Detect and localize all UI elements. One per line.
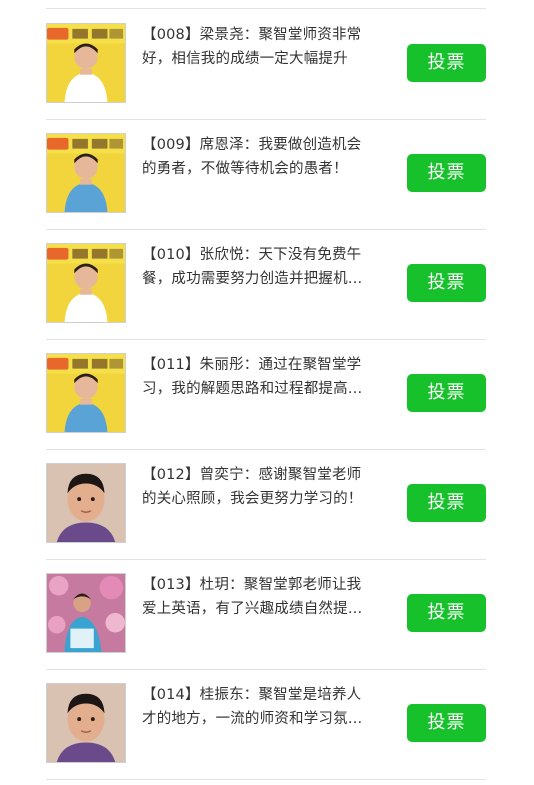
candidate-quote-line: 【008】梁景尧：聚智堂师资非常 — [142, 27, 362, 43]
vote-button[interactable]: 投票 — [407, 264, 486, 302]
vote-button[interactable]: 投票 — [407, 594, 486, 632]
vote-button[interactable]: 投票 — [407, 44, 486, 82]
candidate-quote: 【011】朱丽彤：通过在聚智堂学 习，我的解题思路和过程都提高… — [142, 353, 378, 401]
candidate-quote-line: 的勇者，不做等待机会的愚者！ — [142, 161, 348, 177]
student-photo-yellow-banner — [46, 23, 126, 103]
candidate-quote-line: 【009】席恩泽：我要做创造机会 — [142, 137, 362, 153]
candidate-quote-line: 【013】杜玥：聚智堂郭老师让我 — [142, 577, 362, 593]
candidate-quote: 【014】桂振东：聚智堂是培养人 才的地方，一流的师资和学习氛… — [142, 683, 378, 731]
candidate-row: 【013】杜玥：聚智堂郭老师让我 爱上英语，有了兴趣成绩自然提… 投票 — [46, 559, 486, 670]
vote-button[interactable]: 投票 — [407, 484, 486, 522]
candidate-quote-line: 餐，成功需要努力创造并把握机… — [142, 271, 363, 287]
candidate-quote-line: 【014】桂振东：聚智堂是培养人 — [142, 687, 362, 703]
candidate-row: 【012】曾奕宁：感谢聚智堂老师 的关心照顾，我会更努力学习的！ 投票 — [46, 449, 486, 560]
student-portrait — [46, 463, 126, 543]
candidate-quote-line: 才的地方，一流的师资和学习氛… — [142, 711, 363, 727]
candidate-quote-line: 的关心照顾，我会更努力学习的！ — [142, 491, 363, 507]
candidate-quote-line: 【011】朱丽彤：通过在聚智堂学 — [142, 357, 362, 373]
student-photo-yellow-banner — [46, 133, 126, 213]
student-photo-blossoms — [46, 573, 126, 653]
candidate-quote-line: 好，相信我的成绩一定大幅提升 — [142, 51, 348, 67]
candidate-row: 【010】张欣悦：天下没有免费午 餐，成功需要努力创造并把握机… 投票 — [46, 229, 486, 340]
candidate-quote-line: 爱上英语，有了兴趣成绩自然提… — [142, 601, 363, 617]
candidate-quote: 【013】杜玥：聚智堂郭老师让我 爱上英语，有了兴趣成绩自然提… — [142, 573, 378, 621]
candidate-quote-line: 【010】张欣悦：天下没有免费午 — [142, 247, 362, 263]
candidate-quote: 【008】梁景尧：聚智堂师资非常 好，相信我的成绩一定大幅提升 — [142, 23, 378, 71]
candidate-quote: 【009】席恩泽：我要做创造机会 的勇者，不做等待机会的愚者！ — [142, 133, 378, 181]
student-photo-yellow-banner — [46, 353, 126, 433]
candidate-quote: 【010】张欣悦：天下没有免费午 餐，成功需要努力创造并把握机… — [142, 243, 378, 291]
candidate-quote-line: 习，我的解题思路和过程都提高… — [142, 381, 363, 397]
candidate-quote-line: 【012】曾奕宁：感谢聚智堂老师 — [142, 467, 362, 483]
student-photo-yellow-banner — [46, 243, 126, 323]
vote-button[interactable]: 投票 — [407, 374, 486, 412]
student-portrait — [46, 683, 126, 763]
candidate-row: 【009】席恩泽：我要做创造机会 的勇者，不做等待机会的愚者！ 投票 — [46, 119, 486, 230]
candidate-quote: 【012】曾奕宁：感谢聚智堂老师 的关心照顾，我会更努力学习的！ — [142, 463, 378, 511]
vote-button[interactable]: 投票 — [407, 704, 486, 742]
candidate-row: 【008】梁景尧：聚智堂师资非常 好，相信我的成绩一定大幅提升 投票 — [46, 9, 486, 120]
vote-button[interactable]: 投票 — [407, 154, 486, 192]
candidate-row: 【011】朱丽彤：通过在聚智堂学 习，我的解题思路和过程都提高… 投票 — [46, 339, 486, 450]
candidate-row: 【014】桂振东：聚智堂是培养人 才的地方，一流的师资和学习氛… 投票 — [46, 669, 486, 780]
candidate-list: 【008】梁景尧：聚智堂师资非常 好，相信我的成绩一定大幅提升 投票 【009】席恩… — [0, 0, 534, 785]
